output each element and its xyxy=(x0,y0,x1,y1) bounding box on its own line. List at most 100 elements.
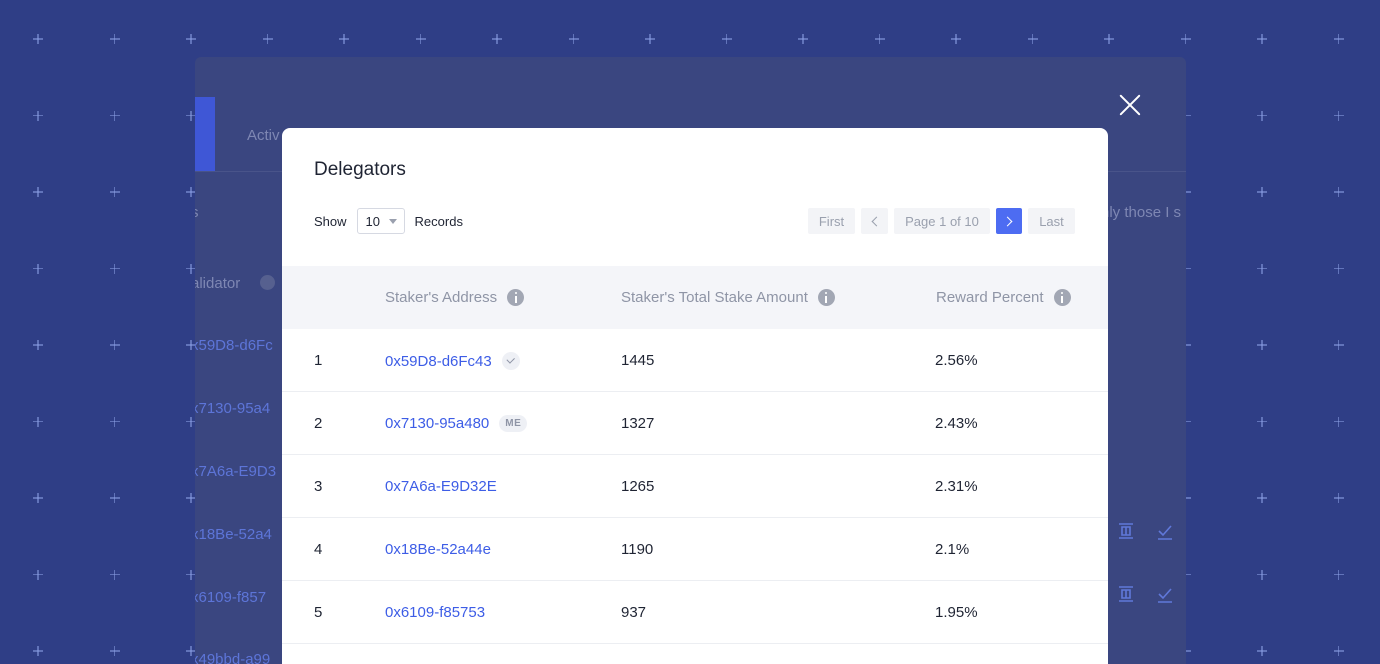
staker-address-link[interactable]: 0x6109-f85753 xyxy=(385,604,485,621)
pagination: First Page 1 of 10 Last xyxy=(808,208,1075,234)
backdrop-plus xyxy=(721,34,732,44)
row-rank: 3 xyxy=(314,478,323,495)
backdrop-plus xyxy=(951,34,961,44)
backdrop-plus xyxy=(645,34,655,44)
backdrop-plus xyxy=(1104,34,1114,44)
backdrop-plus xyxy=(568,34,579,44)
chevron-right-icon xyxy=(1002,216,1013,226)
prev-page-button[interactable] xyxy=(861,208,888,234)
backdrop-plus xyxy=(1333,340,1344,350)
chevron-down-icon xyxy=(388,219,397,224)
info-icon[interactable] xyxy=(1053,289,1071,306)
row-reward: 2.31% xyxy=(935,478,978,495)
table-row: 1 0x59D8-d6Fc43 1445 2.56% xyxy=(282,329,1108,392)
chevron-left-icon xyxy=(871,216,881,226)
backdrop-plus xyxy=(1257,493,1267,503)
backdrop-plus xyxy=(109,340,120,350)
modal-title: Delegators xyxy=(314,159,406,180)
column-header-label: Reward Percent xyxy=(936,289,1044,306)
backdrop-plus xyxy=(1257,569,1267,580)
table-header: Staker's Address Staker's Total Stake Am… xyxy=(282,266,1108,329)
row-stake: 1327 xyxy=(621,415,655,432)
background-row-link: x18Be-52a4 xyxy=(195,526,272,543)
info-icon[interactable] xyxy=(817,289,835,306)
staker-address-link[interactable]: 0x7A6a-E9D32E xyxy=(385,478,497,495)
row-rank: 2 xyxy=(314,415,323,432)
backdrop-plus xyxy=(1333,646,1344,656)
staker-address-link[interactable]: 0x18Be-52a44e xyxy=(385,541,491,558)
row-stake: 1265 xyxy=(621,478,655,495)
last-page-button[interactable]: Last xyxy=(1028,208,1075,234)
backdrop-plus xyxy=(1027,34,1038,44)
show-label: Show xyxy=(314,213,347,229)
background-row-link: x49bbd-a99 xyxy=(195,651,271,664)
row-stake: 1190 xyxy=(621,541,654,558)
close-icon[interactable] xyxy=(1119,94,1141,116)
backdrop-plus xyxy=(33,416,43,427)
backdrop-plus xyxy=(1257,340,1267,350)
backdrop-plus xyxy=(492,34,502,44)
row-address-cell: 0x7A6a-E9D32E xyxy=(385,478,497,495)
records-label: Records xyxy=(414,213,463,229)
row-rank: 4 xyxy=(314,541,323,558)
info-icon[interactable] xyxy=(507,289,525,306)
background-column-fragment: alidator xyxy=(195,275,241,292)
background-filter-fragment: nly those I s xyxy=(1101,204,1182,221)
backdrop-plus xyxy=(262,34,273,44)
background-tab-label: Activ xyxy=(247,127,280,144)
row-reward: 1.95% xyxy=(935,604,978,621)
staker-address-link[interactable]: 0x7130-95a480 xyxy=(385,415,489,432)
background-approve-icon xyxy=(1158,525,1172,540)
backdrop-plus xyxy=(33,263,43,274)
backdrop-plus xyxy=(1257,110,1267,121)
table-row: 5 0x6109-f85753 937 1.95% xyxy=(282,581,1108,644)
delegators-modal: Delegators Show 10 Records First Page 1 … xyxy=(282,128,1108,664)
backdrop-plus xyxy=(109,646,120,656)
row-rank: 1 xyxy=(314,352,323,369)
page-indicator: Page 1 of 10 xyxy=(894,208,990,234)
backdrop-plus xyxy=(109,110,120,121)
row-stake: 937 xyxy=(621,604,647,621)
row-address-cell: 0x7130-95a480 ME xyxy=(385,415,528,432)
background-row-link: x7130-95a4 xyxy=(195,400,271,417)
backdrop-plus xyxy=(33,569,43,580)
column-header-label: Staker's Total Stake Amount xyxy=(621,289,808,306)
background-active-tab xyxy=(195,97,215,171)
row-reward: 2.43% xyxy=(935,415,978,432)
background-merge-icon xyxy=(1119,586,1133,602)
table-row: 4 0x18Be-52a44e 1190 2.1% xyxy=(282,518,1108,581)
check-icon xyxy=(501,352,520,370)
backdrop-plus xyxy=(33,646,43,656)
background-row-link: x6109-f857 xyxy=(195,589,267,606)
staker-address-link[interactable]: 0x59D8-d6Fc43 xyxy=(385,353,492,370)
backdrop-plus xyxy=(109,493,120,503)
background-row-link: x59D8-d6Fc xyxy=(195,337,273,354)
backdrop-plus xyxy=(33,340,43,350)
backdrop-plus xyxy=(1257,187,1267,197)
column-header-stake: Staker's Total Stake Amount xyxy=(621,289,835,306)
backdrop-plus xyxy=(1333,110,1344,121)
backdrop-plus xyxy=(874,34,885,44)
backdrop-plus xyxy=(1333,34,1344,44)
column-header-reward: Reward Percent xyxy=(936,289,1071,306)
row-rank: 5 xyxy=(314,604,323,621)
backdrop-plus xyxy=(798,34,808,44)
backdrop-plus xyxy=(109,34,120,44)
row-stake: 1445 xyxy=(621,352,655,369)
backdrop-plus xyxy=(33,110,43,121)
table-row: 2 0x7130-95a480 ME 1327 2.43% xyxy=(282,392,1108,455)
page-size-value: 10 xyxy=(365,213,380,229)
row-address-cell: 0x59D8-d6Fc43 xyxy=(385,352,520,370)
backdrop-plus xyxy=(109,263,120,274)
next-page-button[interactable] xyxy=(996,208,1022,234)
backdrop-plus xyxy=(1333,416,1344,427)
background-merge-icon xyxy=(1119,523,1133,539)
backdrop-plus xyxy=(339,34,349,44)
column-header-label: Staker's Address xyxy=(385,289,498,306)
background-row-link: x7A6a-E9D3 xyxy=(195,463,277,480)
page-size-select[interactable]: 10 xyxy=(356,208,405,234)
backdrop-plus xyxy=(415,34,426,44)
first-page-button[interactable]: First xyxy=(808,208,855,234)
backdrop-plus xyxy=(1333,187,1344,197)
row-address-cell: 0x18Be-52a44e xyxy=(385,541,491,558)
